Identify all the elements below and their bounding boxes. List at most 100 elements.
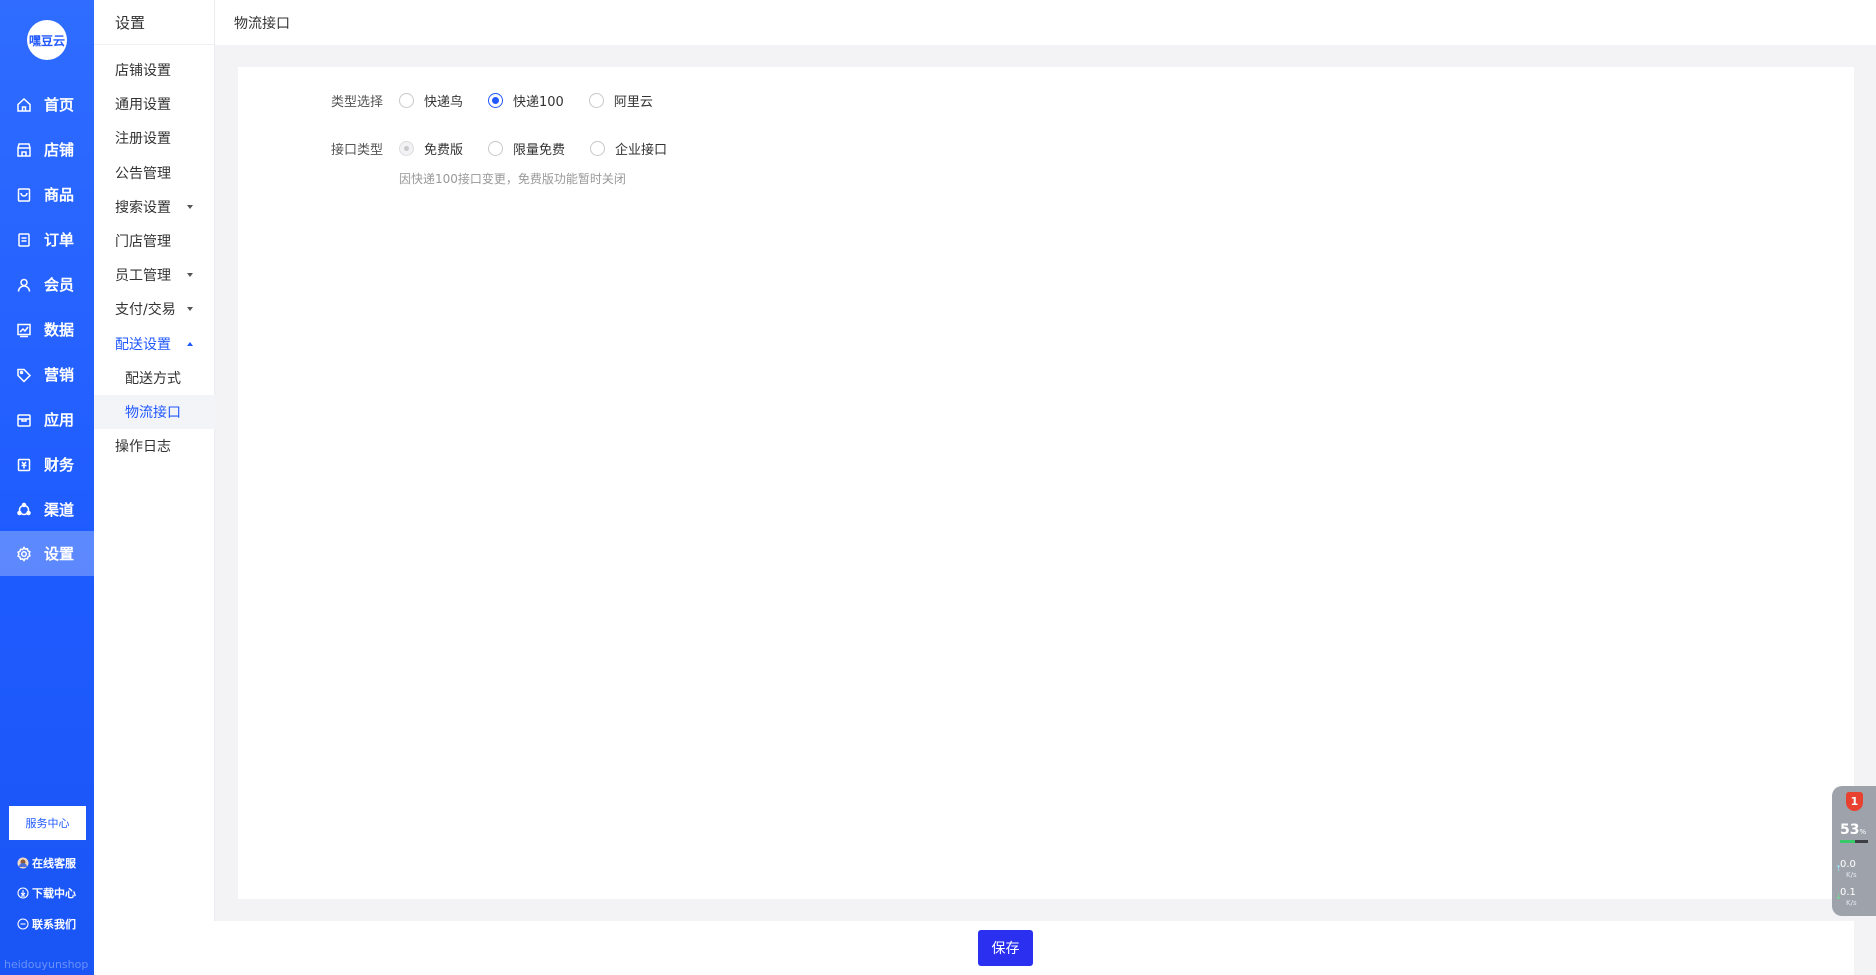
nav-item-label: 财务: [44, 456, 75, 474]
logistics-form-card: 类型选择 快递鸟 快递100 阿里云 接口类型 免费版 限量免费 企业接口 因快…: [238, 67, 1854, 899]
submenu-item-general-settings[interactable]: 通用设置: [94, 87, 215, 121]
nav-item-order[interactable]: 订单: [0, 217, 94, 262]
submenu-item-payment[interactable]: 支付/交易: [94, 292, 215, 326]
radio-enterprise[interactable]: 企业接口: [590, 139, 667, 158]
radio-limited-free[interactable]: 限量免费: [488, 139, 565, 158]
submenu-item-label: 配送方式: [125, 371, 181, 387]
submenu-item-store-settings[interactable]: 店铺设置: [94, 53, 215, 87]
submenu-item-register-settings[interactable]: 注册设置: [94, 121, 215, 155]
upload-speed: 0.0 K/s: [1840, 860, 1857, 880]
channel-icon: [16, 502, 32, 518]
radio-label: 企业接口: [615, 143, 668, 158]
service-center-button[interactable]: 服务中心: [9, 806, 86, 840]
radio-label: 阿里云: [613, 95, 653, 110]
upload-speed-value: 0.0: [1840, 859, 1856, 870]
save-button[interactable]: 保存: [978, 930, 1033, 966]
nav-item-label: 会员: [44, 276, 75, 294]
radio-aliyun[interactable]: 阿里云: [588, 91, 653, 110]
user-icon: [16, 277, 32, 293]
radio-circle-disabled: [399, 141, 414, 156]
contact-us-label: 联系我们: [32, 918, 76, 931]
cpu-usage: 53%: [1840, 822, 1866, 838]
radio-circle[interactable]: [588, 93, 604, 108]
submenu-item-label: 配送设置: [115, 337, 171, 353]
brand-watermark: heidouyunshop: [4, 958, 89, 971]
submenu-item-label: 门店管理: [115, 234, 171, 250]
nav-item-label: 渠道: [44, 501, 75, 519]
shield-icon: 1: [1846, 792, 1863, 811]
submenu-item-label: 员工管理: [115, 268, 171, 284]
nav-item-apps[interactable]: 应用: [0, 397, 94, 442]
nav-item-label: 营销: [44, 366, 75, 384]
radio-label: 限量免费: [513, 143, 566, 158]
download-speed: 0.1 K/s: [1840, 888, 1857, 908]
radio-circle[interactable]: [399, 93, 414, 108]
radio-circle-checked[interactable]: [488, 93, 504, 108]
chart-icon: [16, 322, 32, 338]
online-support-link[interactable]: 在线客服: [17, 855, 76, 871]
nav-item-member[interactable]: 会员: [0, 262, 94, 307]
radio-circle[interactable]: [488, 141, 504, 156]
nav-item-data[interactable]: 数据: [0, 307, 94, 352]
submenu-item-announcements[interactable]: 公告管理: [94, 156, 215, 190]
nav-item-channel[interactable]: 渠道: [0, 487, 94, 532]
submenu-item-staff[interactable]: 员工管理: [94, 258, 215, 292]
radio-circle[interactable]: [590, 141, 606, 156]
nav-item-goods[interactable]: 商品: [0, 172, 94, 217]
radio-free-version: 免费版: [399, 139, 463, 158]
nav-item-label: 首页: [44, 96, 75, 114]
nav-item-label: 设置: [44, 545, 75, 563]
submenu-item-operation-log[interactable]: 操作日志: [94, 429, 215, 463]
radio-label: 免费版: [424, 143, 464, 158]
cpu-percent: 53: [1840, 822, 1860, 838]
submenu-item-label: 公告管理: [115, 166, 171, 182]
main-nav-rail: 嘿豆云 首页 店铺 商品 订单 会员 数据 营销 应用 财务 渠道 设置 服务中…: [0, 0, 94, 975]
nav-item-store[interactable]: 店铺: [0, 127, 94, 172]
box-icon: [16, 412, 32, 428]
download-center-label: 下载中心: [32, 887, 76, 900]
submenu-item-stores[interactable]: 门店管理: [94, 224, 215, 258]
footer-bar: 保存: [170, 921, 1854, 975]
interface-type-row: 接口类型 免费版 限量免费 企业接口: [331, 139, 692, 158]
tag-icon: [16, 367, 32, 383]
submenu-item-label: 支付/交易: [115, 302, 176, 318]
speed-unit: K/s: [1846, 899, 1857, 907]
nav-item-home[interactable]: 首页: [0, 82, 94, 127]
radio-kdniao[interactable]: 快递鸟: [399, 91, 463, 110]
type-select-row: 类型选择 快递鸟 快递100 阿里云: [331, 91, 678, 110]
chevron-down-icon: [187, 273, 193, 277]
radio-label: 快递鸟: [424, 95, 464, 110]
radio-kuaidi100[interactable]: 快递100: [488, 91, 564, 110]
cpu-unit: %: [1859, 828, 1867, 836]
nav-item-finance[interactable]: 财务: [0, 442, 94, 487]
order-icon: [16, 232, 32, 248]
submenu-item-delivery-methods[interactable]: 配送方式: [94, 361, 215, 395]
submenu-item-delivery-settings[interactable]: 配送设置: [94, 327, 215, 361]
submenu-item-logistics-interface[interactable]: 物流接口: [94, 395, 215, 429]
online-support-label: 在线客服: [32, 857, 76, 870]
submenu-title: 设置: [94, 0, 214, 45]
download-icon: [17, 887, 29, 899]
nav-item-label: 订单: [44, 231, 75, 249]
nav-item-settings[interactable]: 设置: [0, 531, 94, 576]
breadcrumb: 物流接口: [215, 0, 1876, 45]
submenu-item-label: 物流接口: [125, 405, 181, 421]
nav-item-label: 应用: [44, 411, 75, 429]
submenu-item-search-settings[interactable]: 搜索设置: [94, 190, 215, 224]
store-icon: [16, 142, 32, 158]
finance-icon: [16, 457, 32, 473]
nav-item-label: 店铺: [44, 141, 75, 159]
contact-us-link[interactable]: 联系我们: [17, 916, 76, 932]
chevron-down-icon: [187, 307, 193, 311]
speed-unit: K/s: [1846, 871, 1857, 879]
system-monitor-widget[interactable]: 1 53% ↑ 0.0 K/s ↓ 0.1 K/s: [1832, 786, 1876, 916]
brand-logo[interactable]: 嘿豆云: [27, 20, 67, 60]
submenu-item-label: 注册设置: [115, 131, 171, 147]
nav-item-marketing[interactable]: 营销: [0, 352, 94, 397]
home-icon: [16, 97, 32, 113]
download-center-link[interactable]: 下载中心: [17, 885, 76, 901]
submenu-item-label: 店铺设置: [115, 63, 171, 79]
download-speed-value: 0.1: [1840, 887, 1856, 898]
interface-type-hint: 因快递100接口变更，免费版功能暂时关闭: [399, 172, 626, 186]
settings-submenu: 设置 店铺设置 通用设置 注册设置 公告管理 搜索设置 门店管理 员工管理 支付…: [94, 0, 215, 975]
